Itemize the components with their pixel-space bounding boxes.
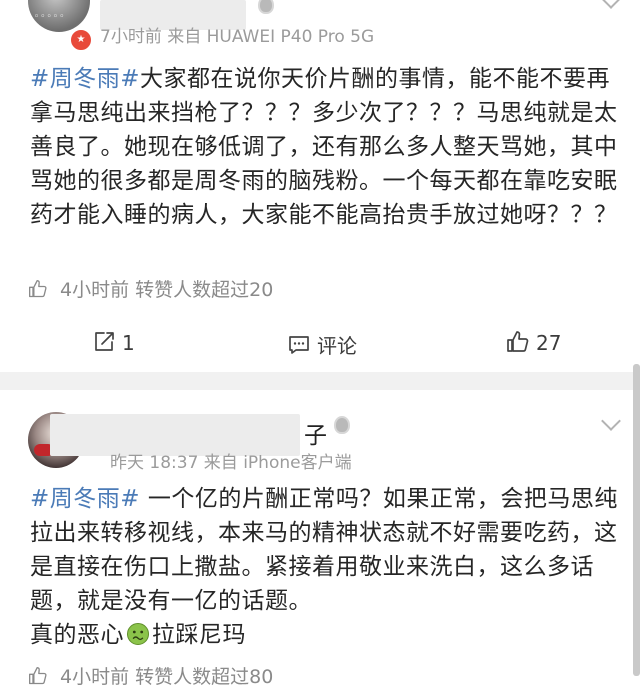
repost-like-summary: 4小时前 转赞人数超过20 — [28, 275, 273, 302]
hashtag-link[interactable]: #周冬雨# — [30, 486, 140, 512]
like-count: 27 — [536, 331, 562, 355]
weibo-post-1: ◦◦◦◦◦ ★ 7小时前 来自 HUAWEI P40 Pro 5G #周冬雨#大… — [0, 0, 640, 372]
comment-icon — [289, 336, 309, 354]
weibo-post-2: 子 昨天 18:37 来自 iPhone客户端 #周冬雨# 一个亿的片酬正常吗？… — [0, 390, 640, 688]
feed-divider — [0, 372, 640, 390]
like-row-text: 4小时前 转赞人数超过80 — [60, 666, 274, 688]
verified-badge-icon: ★ — [69, 28, 93, 52]
like-button[interactable]: 27 — [506, 330, 561, 355]
post-body: #周冬雨#大家都在说你天价片酬的事情，能不能不要再拿马思纯出来挡枪了？？？多少次… — [30, 62, 620, 232]
repost-icon — [95, 332, 114, 351]
chevron-down-icon[interactable] — [601, 0, 621, 9]
post-meta: 昨天 18:37 来自 iPhone客户端 — [110, 453, 352, 473]
medal-icon — [334, 416, 350, 434]
like-row-text: 4小时前 转赞人数超过20 — [60, 279, 274, 301]
username-tail[interactable]: 子 — [304, 416, 327, 450]
action-bar: 1 评论 27 — [0, 330, 640, 364]
repost-button[interactable]: 1 — [92, 330, 135, 355]
scrollbar-thumb[interactable] — [633, 364, 640, 676]
post-body-line: 真的恶心 — [30, 622, 124, 648]
hashtag-link[interactable]: #周冬雨# — [30, 66, 140, 92]
avatar-caption: ◦◦◦◦◦ — [34, 12, 66, 22]
comment-button[interactable]: 评论 — [287, 330, 357, 359]
post-meta: 7小时前 来自 HUAWEI P40 Pro 5G — [100, 27, 375, 47]
nauseated-face-emoji — [127, 623, 149, 645]
comment-label: 评论 — [317, 334, 357, 358]
thumbs-up-icon — [29, 667, 47, 685]
chevron-down-icon[interactable] — [601, 411, 621, 431]
repost-count: 1 — [122, 331, 135, 355]
post-body: #周冬雨# 一个亿的片酬正常吗？如果正常，会把马思纯拉出来转移视线，本来马的精神… — [30, 482, 620, 652]
thumbs-up-icon — [29, 280, 47, 298]
thumbs-up-icon — [507, 331, 529, 352]
medal-icon — [258, 0, 274, 14]
post-body-line: 拉踩尼玛 — [152, 622, 246, 648]
